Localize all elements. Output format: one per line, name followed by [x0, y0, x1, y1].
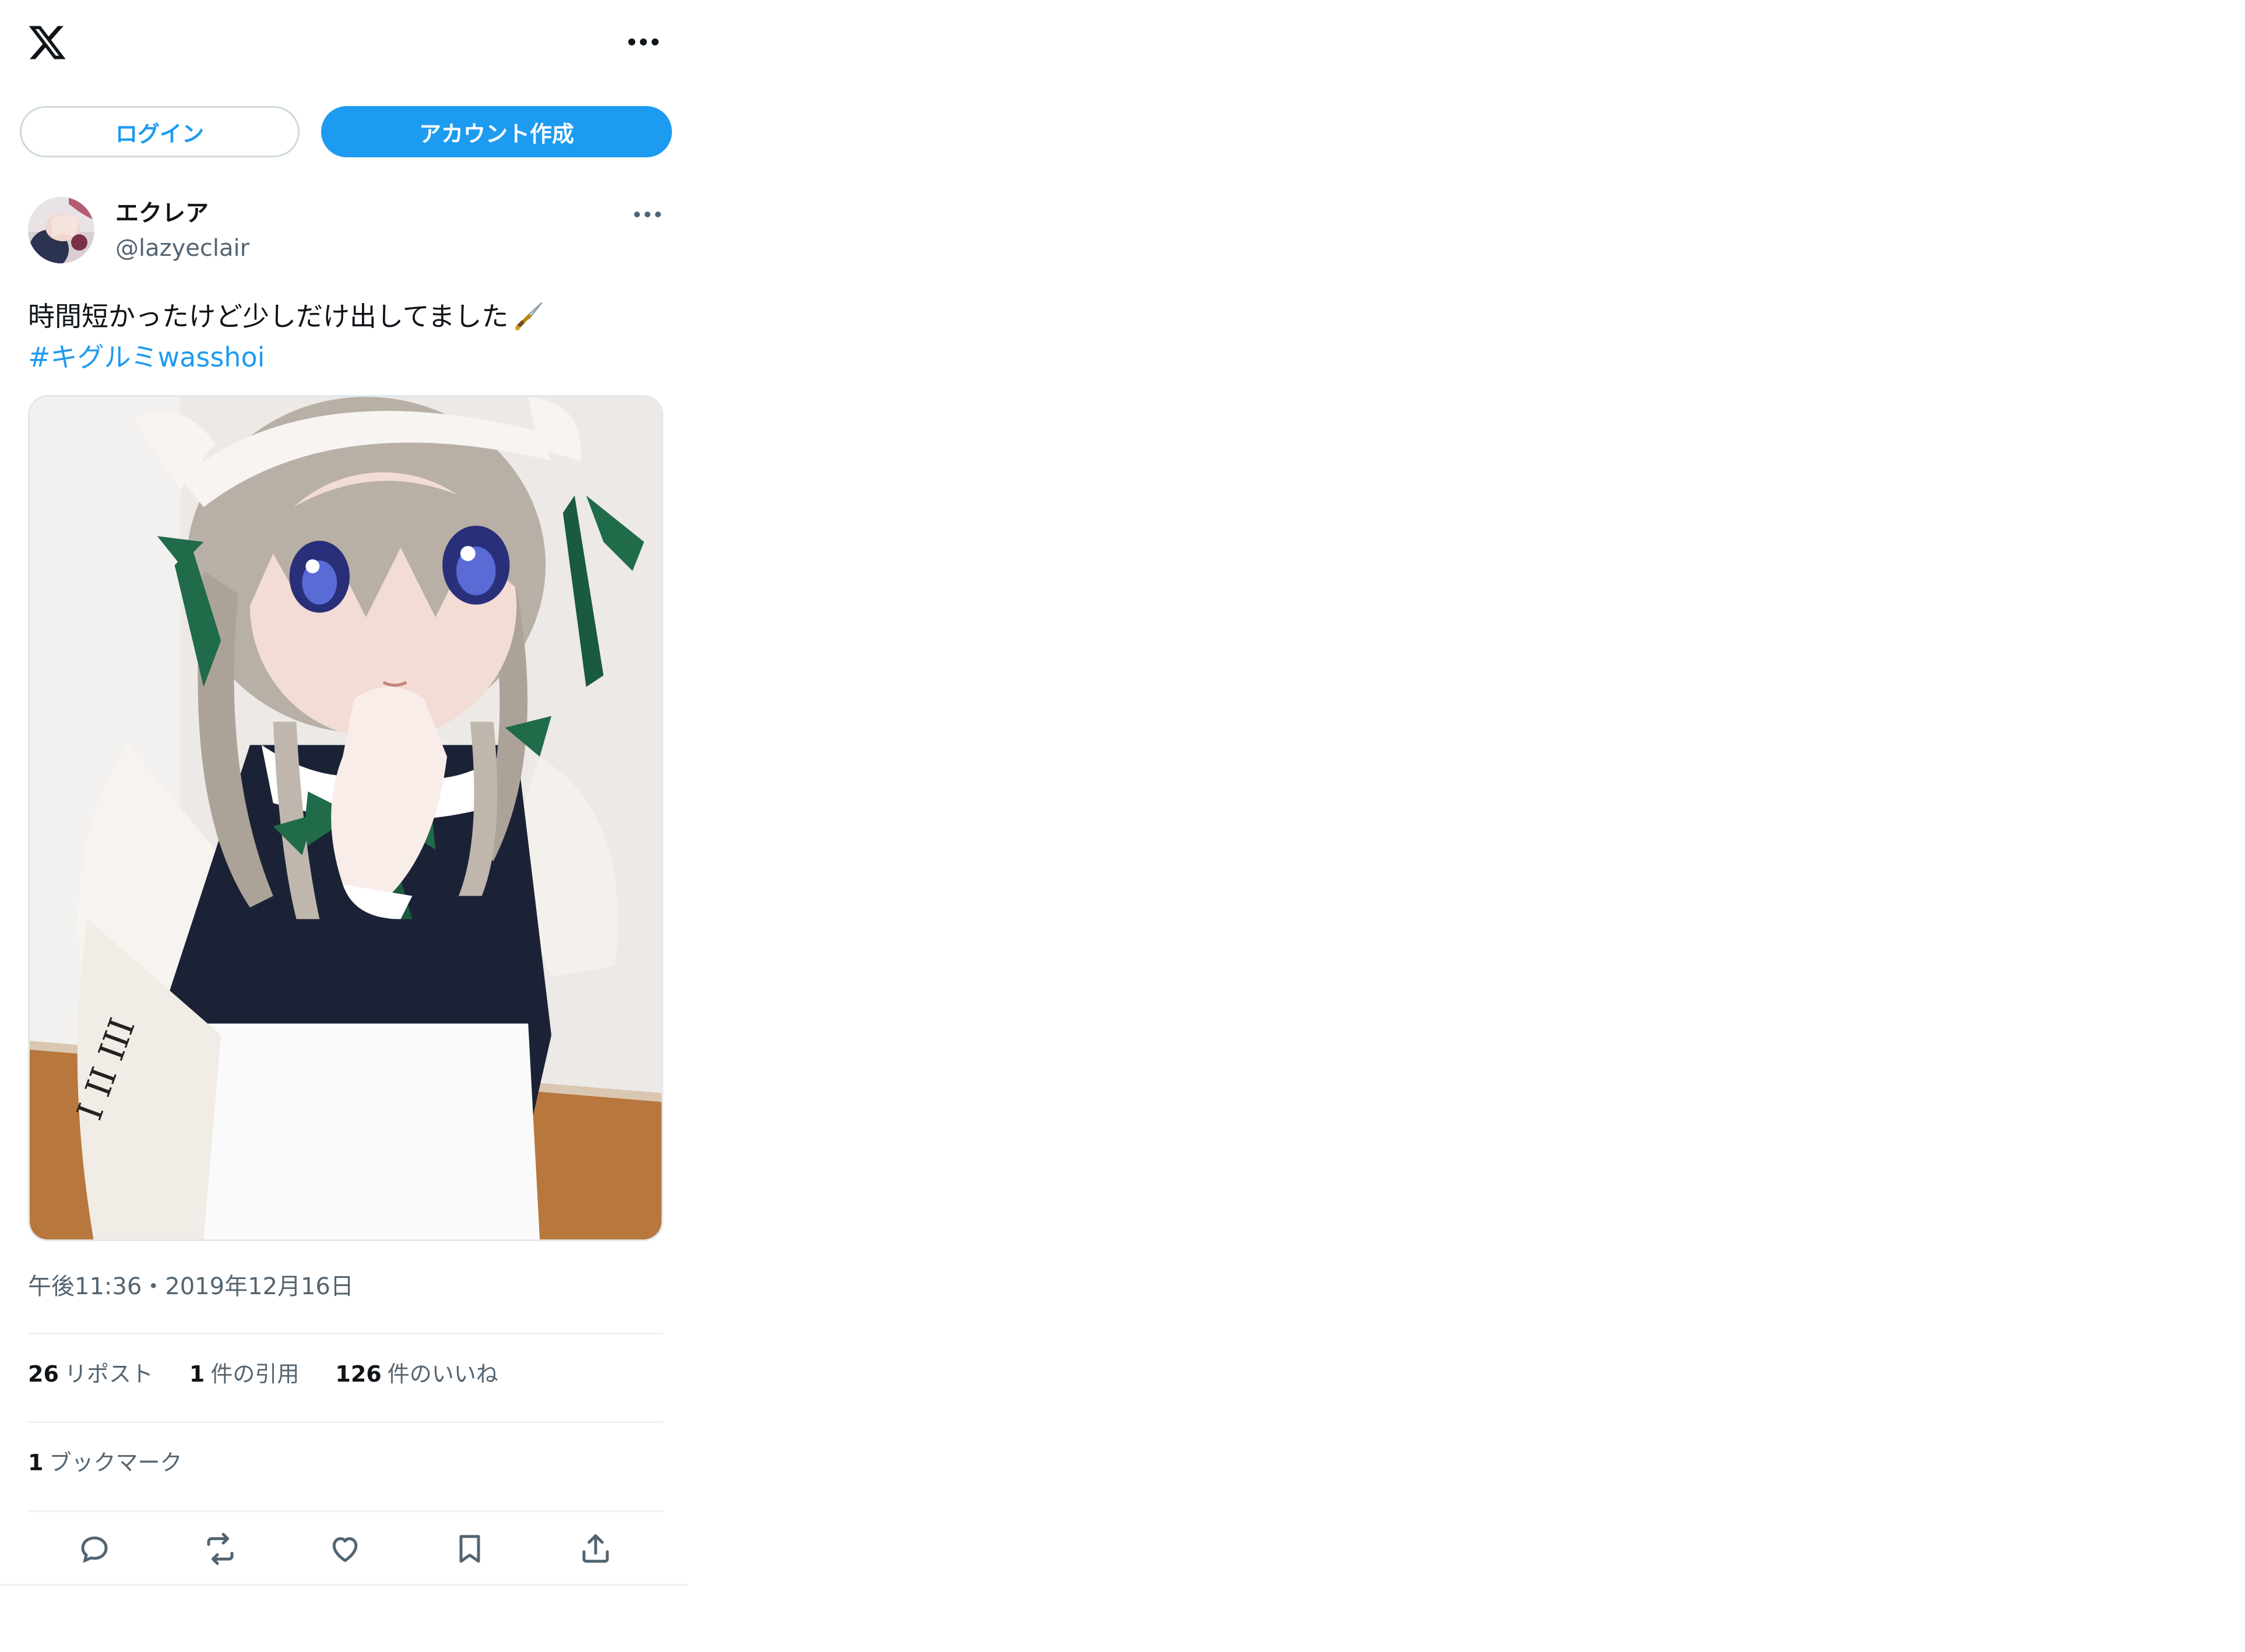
bookmark-label: ブックマーク	[49, 1450, 182, 1475]
x-logo-icon[interactable]	[27, 22, 68, 63]
repost-count-link[interactable]: 26 リポスト	[28, 1358, 153, 1390]
hashtag-link[interactable]: #キグルミwasshoi	[28, 337, 265, 378]
engagement-stats: 26 リポスト 1 件の引用 126 件のいいね	[28, 1358, 498, 1390]
quote-label: 件の引用	[210, 1361, 300, 1387]
dagger-icon	[512, 299, 547, 334]
repost-count: 26	[28, 1361, 59, 1387]
avatar[interactable]	[28, 197, 94, 263]
divider	[28, 1510, 663, 1512]
reply-icon[interactable]	[76, 1530, 113, 1568]
tweet-text: 時間短かったけど少しだけ出してました #キグルミwasshoi	[28, 296, 547, 378]
like-icon[interactable]	[326, 1530, 364, 1568]
bookmark-count: 1	[28, 1450, 44, 1475]
login-button[interactable]: ログイン	[20, 106, 300, 157]
like-count-link[interactable]: 126 件のいいね	[335, 1358, 498, 1390]
repost-icon[interactable]	[202, 1530, 239, 1568]
tweet-text-line: 時間短かったけど少しだけ出してました	[28, 301, 509, 332]
divider	[28, 1421, 663, 1423]
author-handle[interactable]: @lazyeclair	[115, 232, 249, 265]
tweet-action-bar	[0, 1519, 688, 1577]
bookmark-count-link[interactable]: 1 ブックマーク	[28, 1446, 182, 1479]
share-icon[interactable]	[577, 1530, 614, 1568]
quote-count-link[interactable]: 1 件の引用	[189, 1358, 299, 1390]
more-horizontal-icon[interactable]	[627, 35, 660, 49]
more-horizontal-icon[interactable]	[633, 207, 662, 221]
like-count: 126	[335, 1361, 382, 1387]
bookmark-icon[interactable]	[451, 1530, 488, 1568]
tweet-page: ログイン アカウント作成 エクレア @lazyeclair 時間短かったけど少し…	[0, 0, 688, 1586]
repost-label: リポスト	[64, 1361, 153, 1387]
author-display-name[interactable]: エクレア	[115, 197, 209, 230]
tweet-timestamp[interactable]: 午後11:36・2019年12月16日	[28, 1270, 354, 1303]
like-label: 件のいいね	[387, 1361, 498, 1387]
divider	[28, 1333, 663, 1334]
tweet-media-image[interactable]: I II III	[28, 395, 663, 1241]
quote-count: 1	[189, 1361, 205, 1387]
create-account-button[interactable]: アカウント作成	[321, 106, 672, 157]
